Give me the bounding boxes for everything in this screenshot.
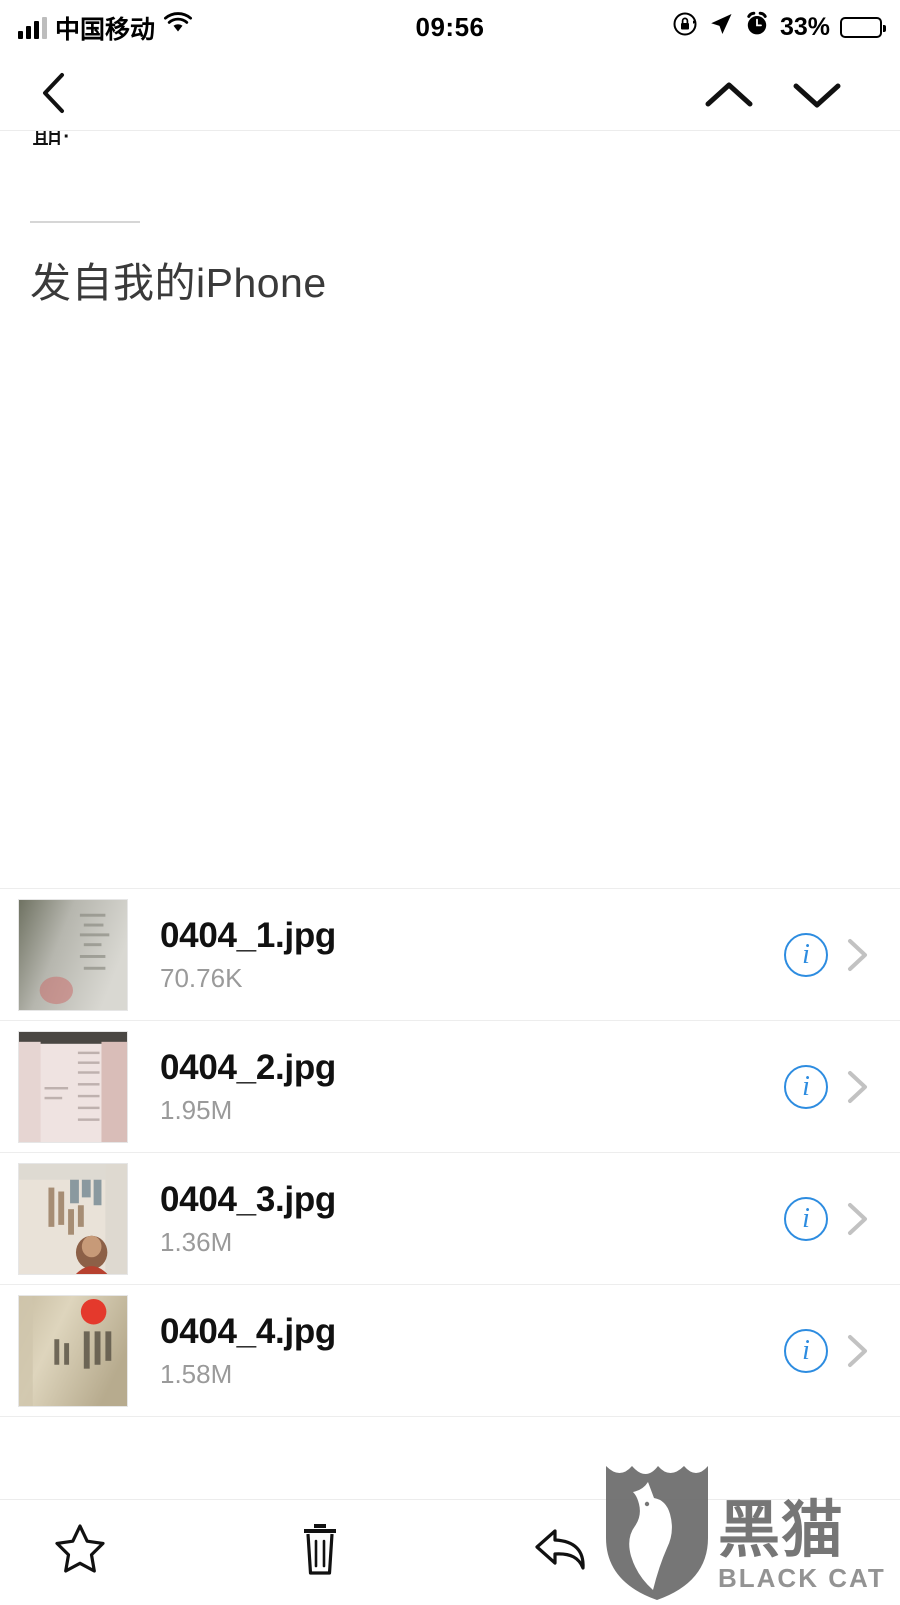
chevron-right-icon[interactable] <box>840 1067 874 1107</box>
chevron-right-icon[interactable] <box>840 935 874 975</box>
battery-percent-label: 33% <box>779 13 830 41</box>
star-icon <box>51 1521 109 1582</box>
attachment-row[interactable]: 0404_3.jpg 1.36M i <box>0 1153 900 1285</box>
attachment-filename: 0404_1.jpg <box>160 916 336 956</box>
delete-button[interactable] <box>285 1520 355 1582</box>
attachment-row[interactable]: 0404_4.jpg 1.58M i <box>0 1285 900 1417</box>
trash-icon <box>295 1520 345 1583</box>
clipped-body-text: 期: <box>32 131 70 145</box>
navigation-bar <box>0 55 900 130</box>
info-icon[interactable]: i <box>784 1328 828 1373</box>
chevron-right-icon[interactable] <box>840 1199 874 1239</box>
attachment-actions: i <box>784 1064 874 1109</box>
attachment-info: 0404_2.jpg 1.95M <box>160 1048 784 1125</box>
bottom-toolbar <box>0 1499 900 1600</box>
attachment-thumbnail[interactable] <box>18 898 128 1011</box>
location-arrow-icon <box>708 11 734 44</box>
battery-icon <box>840 17 886 38</box>
status-bar: 中国移动 09:56 33% <box>0 0 900 55</box>
attachment-filename: 0404_3.jpg <box>160 1180 336 1220</box>
attachment-filename: 0404_2.jpg <box>160 1048 336 1088</box>
attachment-info: 0404_1.jpg 70.76K <box>160 916 784 993</box>
rotation-lock-icon <box>672 11 698 44</box>
back-button[interactable] <box>32 69 76 117</box>
email-signature: 发自我的iPhone <box>30 260 327 306</box>
attachment-actions: i <box>784 1328 874 1373</box>
attachment-actions: i <box>784 1196 874 1241</box>
reply-arrow-icon <box>531 1521 593 1582</box>
attachment-thumbnail[interactable] <box>18 1030 128 1143</box>
attachment-filesize: 1.95M <box>160 1095 233 1126</box>
attachment-thumbnail[interactable] <box>18 1162 128 1275</box>
info-icon[interactable]: i <box>784 1196 828 1241</box>
attachment-filesize: 1.58M <box>160 1359 233 1390</box>
signature-divider <box>30 221 140 223</box>
attachment-info: 0404_3.jpg 1.36M <box>160 1180 784 1257</box>
status-bar-right: 33% <box>672 11 886 44</box>
attachment-filename: 0404_4.jpg <box>160 1312 336 1352</box>
message-body[interactable]: 期: 发自我的iPhone <box>0 130 900 888</box>
attachment-list: 0404_1.jpg 70.76K i 0404_2.jpg 1.95M i 0… <box>0 888 900 1417</box>
previous-message-button[interactable] <box>700 77 758 113</box>
attachment-filesize: 1.36M <box>160 1227 233 1258</box>
alarm-clock-icon <box>744 11 770 44</box>
attachment-thumbnail[interactable] <box>18 1294 128 1407</box>
flag-button[interactable] <box>45 1520 115 1582</box>
attachment-row[interactable]: 0404_1.jpg 70.76K i <box>0 889 900 1021</box>
attachment-actions: i <box>784 932 874 977</box>
attachment-info: 0404_4.jpg 1.58M <box>160 1312 784 1389</box>
attachment-filesize: 70.76K <box>160 963 243 994</box>
info-icon[interactable]: i <box>784 932 828 977</box>
attachment-row[interactable]: 0404_2.jpg 1.95M i <box>0 1021 900 1153</box>
chevron-right-icon[interactable] <box>840 1331 874 1371</box>
info-icon[interactable]: i <box>784 1064 828 1109</box>
next-message-button[interactable] <box>788 77 846 113</box>
reply-button[interactable] <box>527 1520 597 1582</box>
